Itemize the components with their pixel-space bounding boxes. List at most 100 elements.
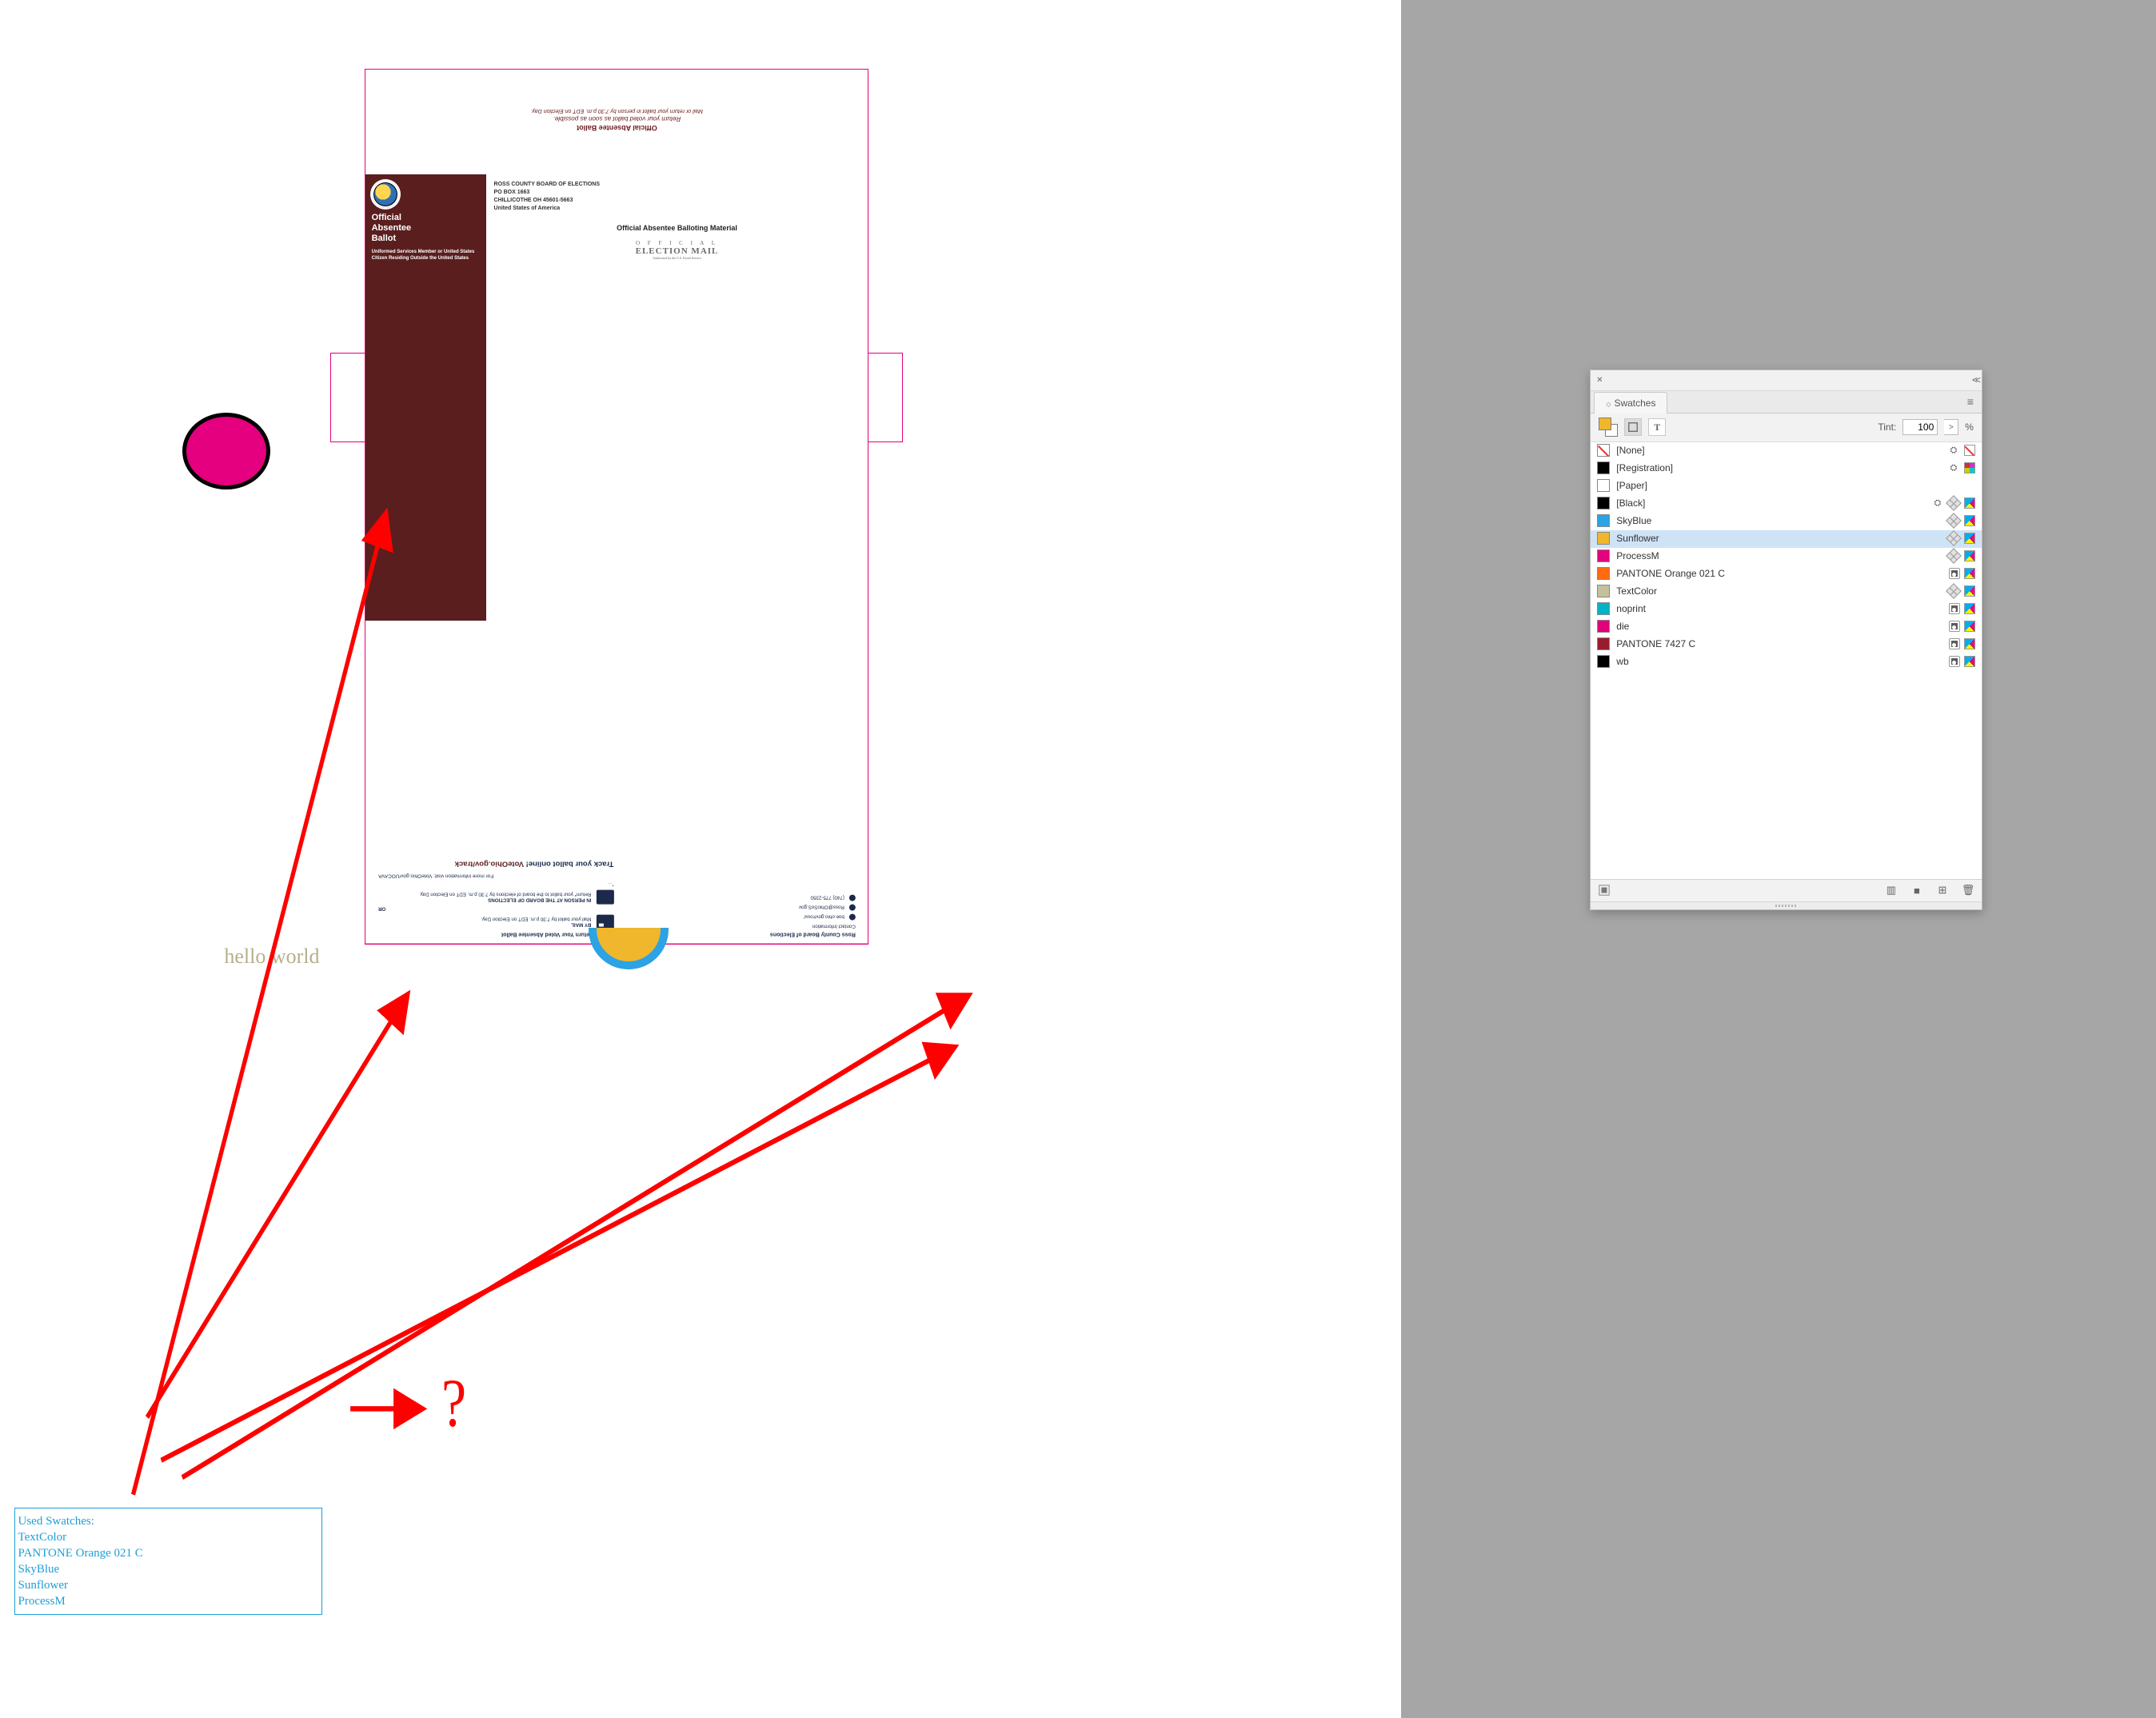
registration-type-icon: [1964, 462, 1975, 473]
swatch-row[interactable]: [Black]: [1591, 495, 1982, 513]
envelope-artwork[interactable]: Official Absentee Ballot Return your vot…: [365, 69, 869, 945]
tint-stepper[interactable]: >: [1944, 419, 1958, 435]
close-icon[interactable]: ✕: [1594, 374, 1605, 386]
top-flap-line1: Return your voted ballot as soon as poss…: [553, 116, 681, 123]
swatch-options-button[interactable]: ▥: [1884, 883, 1898, 897]
swatch-row[interactable]: die: [1591, 618, 1982, 636]
swatch-type-icons: [1950, 603, 1975, 614]
swatch-name: [Registration]: [1616, 462, 1942, 473]
swatch-list-blank[interactable]: [1591, 671, 1982, 879]
swatch-type-icons: [1950, 638, 1975, 649]
swatch-name: ProcessM: [1616, 550, 1942, 561]
swatch-chip: [1597, 497, 1610, 509]
swatch-name: wb: [1616, 656, 1943, 667]
howto-inperson-row: IN PERSON AT THE BOARD OF ELECTIONS Retu…: [378, 889, 613, 904]
swatch-chip: [1597, 620, 1610, 633]
swatch-row[interactable]: [Registration]: [1591, 460, 1982, 477]
swatch-chip: [1597, 532, 1610, 545]
swatch-name: [Paper]: [1616, 480, 1969, 491]
pasteboard[interactable]: ✕ << ◇Swatches ≡ T Tint: > % [None] [Regi…: [1401, 0, 2156, 1718]
dot-icon: [848, 894, 855, 901]
tint-input[interactable]: [1902, 419, 1938, 435]
panel-footer: ▥ ■ ⊞ 🗑: [1591, 879, 1982, 901]
swatch-row[interactable]: noprint: [1591, 601, 1982, 618]
collapse-icon[interactable]: <<: [1972, 374, 1978, 386]
used-swatches-item: Sunflower: [18, 1577, 319, 1593]
cmyk-mode-icon: [1964, 550, 1975, 561]
top-flap-line2: Mail or return your ballot in person by …: [531, 109, 703, 114]
howto-title: How to Return Your Voted Absentee Ballot: [378, 931, 613, 937]
hello-world-text[interactable]: hello world: [224, 945, 319, 969]
track-line: Track your ballot online! VoteOhio.gov/t…: [378, 859, 613, 868]
swatch-chip: [1597, 655, 1610, 668]
swatch-name: SkyBlue: [1616, 515, 1942, 526]
swatch-name: noprint: [1616, 603, 1943, 614]
swatch-row[interactable]: SkyBlue: [1591, 513, 1982, 530]
used-swatches-item: ProcessM: [18, 1593, 319, 1609]
panel-menu-icon[interactable]: ≡: [1959, 395, 1982, 408]
swatch-chip: [1597, 461, 1610, 474]
swatch-row[interactable]: Sunflower: [1591, 530, 1982, 548]
swatch-row[interactable]: PANTONE 7427 C: [1591, 636, 1982, 653]
swatch-list[interactable]: [None] [Registration] [Paper] [Black] SkyBlu…: [1591, 442, 1982, 671]
balloting-material-title: Official Absentee Balloting Material: [494, 224, 860, 232]
newill-new-swatch-button[interactable]: [1597, 883, 1611, 897]
delete-swatch-button[interactable]: 🗑: [1961, 883, 1975, 897]
swatch-type-icons: [1948, 585, 1975, 597]
swatch-type-icons: [1950, 621, 1975, 632]
panel-toolbar: T Tint: > %: [1591, 414, 1982, 442]
process-type-icon: [1946, 530, 1962, 546]
text-formatting-button[interactable]: T: [1648, 418, 1666, 436]
spot-type-icon: [1950, 604, 1959, 613]
envelope-top-flap: Official Absentee Ballot Return your vot…: [365, 70, 868, 174]
new-group-button[interactable]: ■: [1910, 883, 1924, 897]
swatch-name: TextColor: [1616, 585, 1942, 597]
tint-label: Tint:: [1878, 422, 1896, 433]
swatch-type-icons: [1948, 533, 1975, 544]
more-info: For more information visit: VoteOhio.gov…: [378, 873, 613, 878]
noedit-icon: [1932, 497, 1943, 509]
swatch-type-icons: [1948, 445, 1975, 456]
spot-type-icon: [1950, 621, 1959, 631]
strip-subtitle: Uniformed Services Member or United Stat…: [372, 249, 480, 262]
swatch-row[interactable]: PANTONE Orange 021 C: [1591, 565, 1982, 583]
swatch-name: PANTONE Orange 021 C: [1616, 568, 1943, 579]
swatches-panel[interactable]: ✕ << ◇Swatches ≡ T Tint: > % [None] [Regi…: [1590, 370, 1982, 910]
new-swatch-button[interactable]: ⊞: [1935, 883, 1950, 897]
panel-resize-grip[interactable]: [1591, 901, 1982, 909]
swatch-type-icons: [1948, 462, 1975, 473]
contact-row: (740) 775-2350: [620, 894, 855, 901]
tab-swatches[interactable]: ◇Swatches: [1594, 392, 1667, 414]
contact-row: Ross@OhioSoS.gov: [620, 904, 855, 910]
used-swatches-item: TextColor: [18, 1529, 319, 1545]
swatch-row[interactable]: [None]: [1591, 442, 1982, 460]
swatch-row[interactable]: ProcessM: [1591, 548, 1982, 565]
swatch-row[interactable]: wb: [1591, 653, 1982, 671]
dot-icon: [848, 904, 855, 910]
tab-caret-icon: ◇: [1606, 401, 1611, 408]
top-flap-title: Official Absentee Ballot: [577, 125, 657, 133]
swatch-row[interactable]: [Paper]: [1591, 477, 1982, 495]
panel-titlebar[interactable]: ✕ <<: [1591, 370, 1982, 391]
back-col-contact: Ross County Board of Elections Contact I…: [617, 627, 858, 937]
swatch-chip: [1597, 514, 1610, 527]
or-label: OR: [378, 905, 613, 911]
swatch-type-icons: [1932, 497, 1975, 509]
used-swatches-box[interactable]: Used Swatches: TextColor PANTONE Orange …: [14, 1508, 323, 1615]
swatch-type-icons: [1948, 550, 1975, 561]
swatch-chip: [1597, 585, 1610, 597]
object-formatting-button[interactable]: [1624, 418, 1642, 436]
used-swatches-item: SkyBlue: [18, 1561, 319, 1577]
swatch-row[interactable]: TextColor: [1591, 583, 1982, 601]
howto-footnote: *…: [378, 881, 613, 886]
cmyk-mode-icon: [1964, 656, 1975, 667]
fill-stroke-proxy[interactable]: [1599, 418, 1618, 437]
sunflower-half-circle[interactable]: [589, 928, 669, 969]
swatch-type-icons: [1950, 568, 1975, 579]
howto-mail-row: BY MAIL Mail your ballot by 7:30 p.m. ED…: [378, 914, 613, 929]
artboard[interactable]: Official Absentee Ballot Return your vot…: [0, 0, 1401, 1718]
cmyk-mode-icon: [1964, 621, 1975, 632]
cmyk-mode-icon: [1964, 603, 1975, 614]
magenta-ellipse[interactable]: [182, 413, 270, 489]
strip-title: Official Absentee Ballot: [372, 213, 480, 244]
